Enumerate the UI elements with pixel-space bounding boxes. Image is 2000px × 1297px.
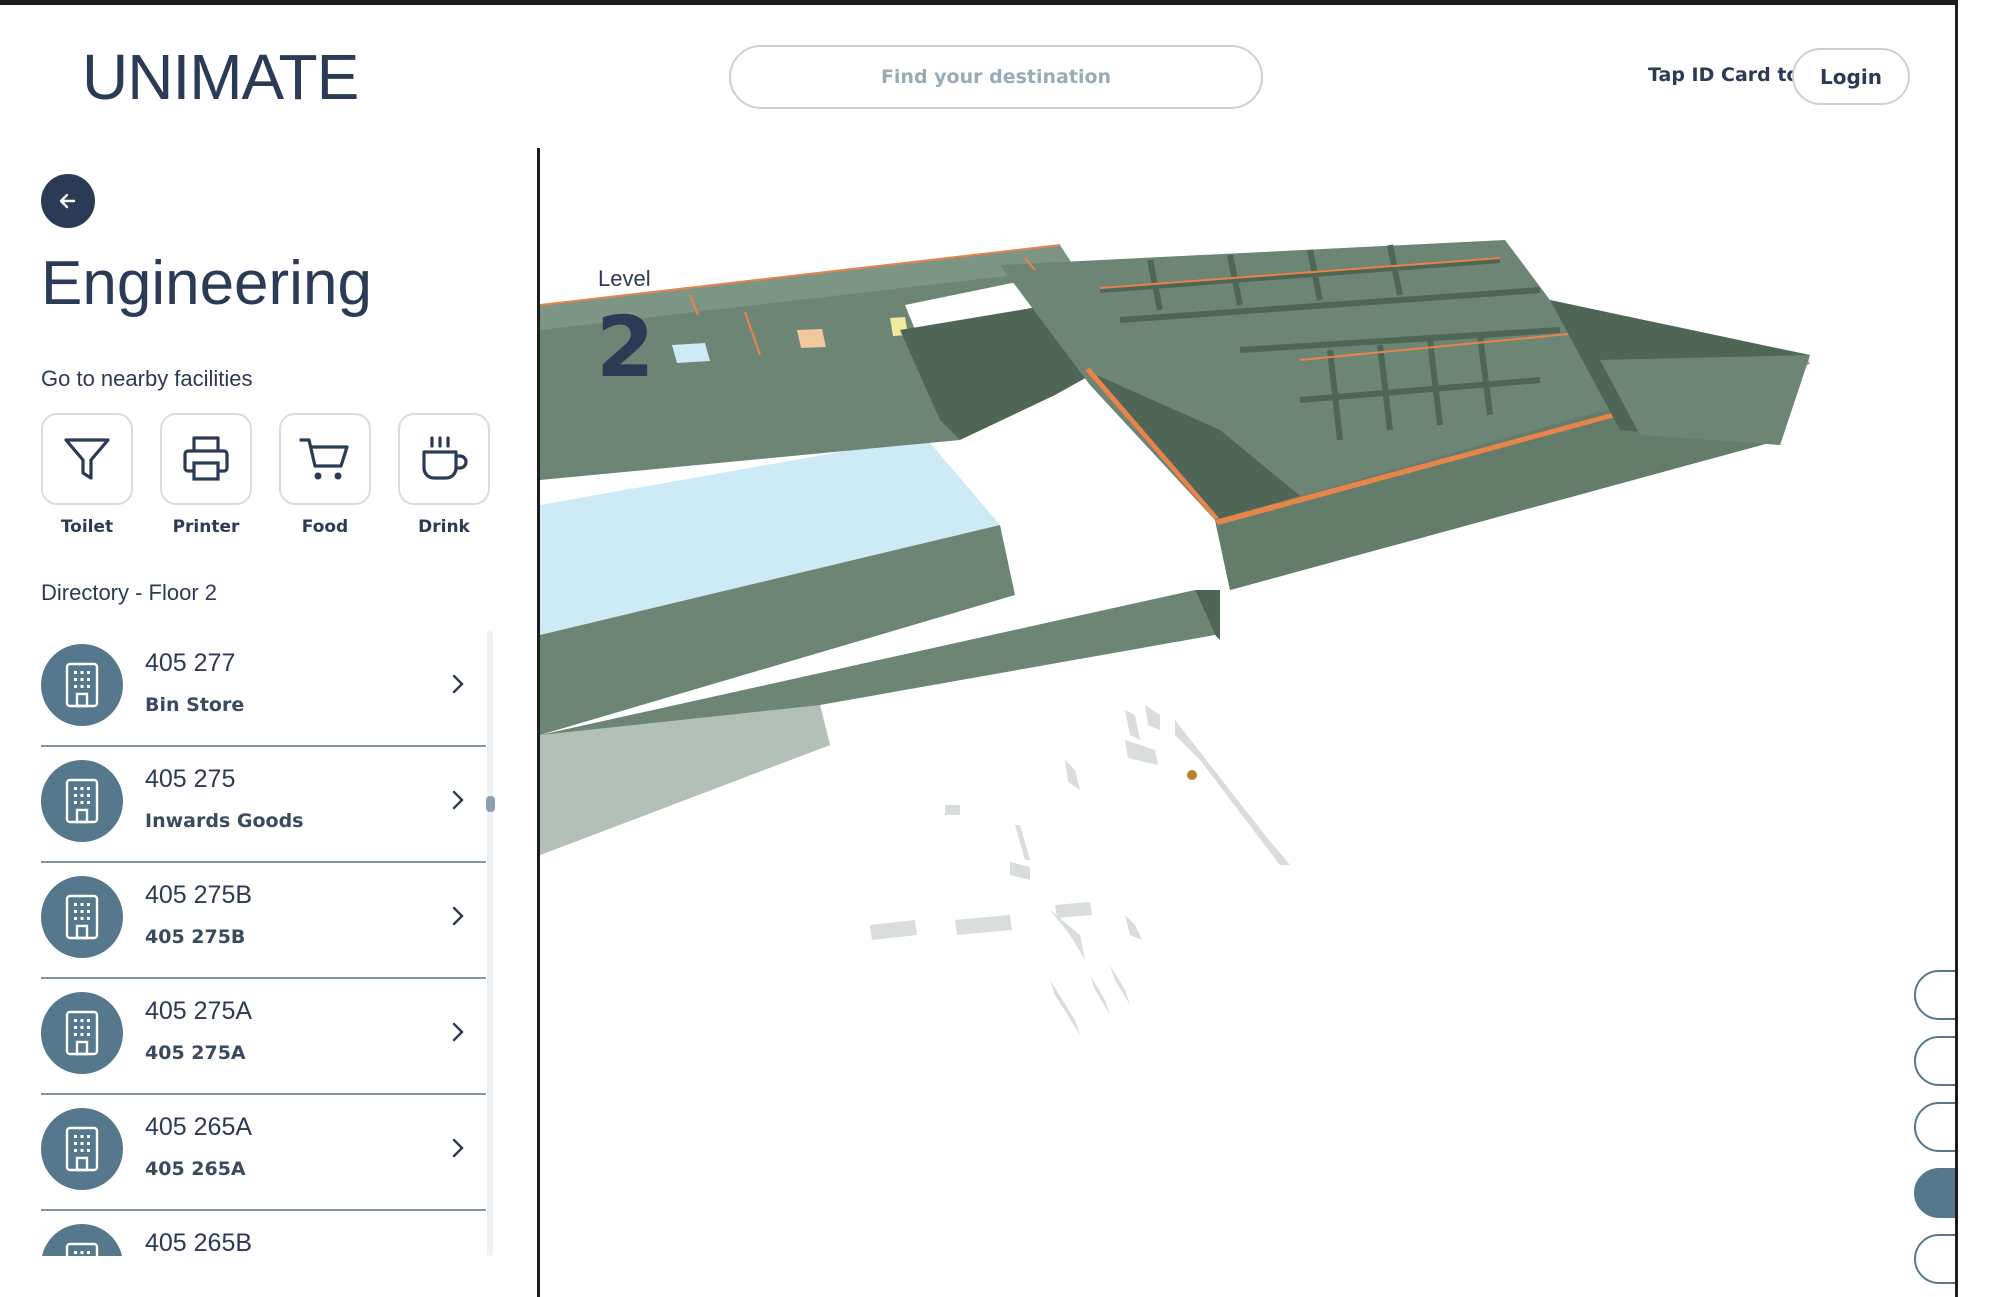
arrow-left-icon: [59, 193, 76, 209]
directory-list[interactable]: 405 277 Bin Store 405 275 Inwards Goods …: [41, 631, 486, 1256]
facility-printer-tile[interactable]: [160, 413, 252, 505]
building-icon: [65, 1242, 99, 1256]
directory-item[interactable]: 405 277 Bin Store: [41, 631, 486, 747]
room-name: Bin Store: [145, 694, 245, 716]
room-number: 405 265B: [145, 1229, 253, 1256]
building-avatar: [41, 644, 123, 726]
floor-map-3d[interactable]: [540, 150, 1955, 1297]
room-name: 405 275B: [145, 926, 246, 948]
facility-food[interactable]: Food: [279, 413, 375, 537]
cart-icon: [299, 438, 349, 480]
room-number: 405 275: [145, 765, 236, 793]
facility-drink-tile[interactable]: [398, 413, 490, 505]
building-avatar: [41, 1108, 123, 1190]
chevron-right-icon: [452, 674, 464, 694]
chevron-right-icon: [452, 1138, 464, 1158]
room-name: 405 275A: [145, 1042, 246, 1064]
room-number: 405 275B: [145, 881, 253, 909]
search-input[interactable]: [729, 45, 1263, 109]
room-number: 405 277: [145, 649, 236, 677]
chevron-right-icon: [452, 906, 464, 926]
building-icon: [65, 662, 99, 708]
filter-icon: [64, 438, 110, 480]
building-icon: [65, 1010, 99, 1056]
chevron-right-icon: [452, 1022, 464, 1042]
directory-item[interactable]: 405 265B: [41, 1211, 486, 1256]
level-label: Level: [598, 266, 651, 291]
nearby-facilities-heading: Go to nearby facilities: [41, 366, 253, 391]
room-name: Inwards Goods: [145, 810, 304, 832]
facility-food-tile[interactable]: [279, 413, 371, 505]
directory-scrollbar[interactable]: [487, 631, 493, 1256]
directory-item[interactable]: 405 275 Inwards Goods: [41, 747, 486, 863]
room-tile: [672, 343, 710, 363]
building-avatar: [41, 760, 123, 842]
tap-id-label: Tap ID Card to: [1648, 64, 1800, 86]
directory-scroll-thumb[interactable]: [486, 796, 495, 812]
facility-toilet-tile[interactable]: [41, 413, 133, 505]
back-button[interactable]: [41, 174, 95, 228]
room-number: 405 275A: [145, 997, 253, 1025]
coffee-cup-icon: [422, 436, 468, 480]
facility-label: Food: [301, 517, 349, 537]
facility-printer[interactable]: Printer: [160, 413, 256, 537]
building-icon: [65, 1126, 99, 1172]
directory-item[interactable]: 405 265A 405 265A: [41, 1095, 486, 1211]
building-icon: [65, 894, 99, 940]
level-number: 2: [596, 298, 655, 396]
printer-icon: [183, 436, 229, 481]
lower-floor-ghost: [870, 705, 1290, 1035]
you-are-here-marker: [1187, 770, 1197, 780]
building-model: [540, 240, 1810, 1035]
facility-drink[interactable]: Drink: [398, 413, 494, 537]
building-avatar: [41, 992, 123, 1074]
room-name: 405 265A: [145, 1158, 246, 1180]
facility-label: Drink: [418, 517, 470, 537]
building-avatar: [41, 876, 123, 958]
facility-toilet[interactable]: Toilet: [41, 413, 137, 537]
window-right-edge: [1955, 0, 2000, 1297]
chevron-right-icon: [452, 790, 464, 810]
page-title: Engineering: [41, 249, 372, 318]
building-avatar: [41, 1224, 123, 1256]
facility-label: Printer: [172, 517, 240, 537]
directory-item[interactable]: 405 275B 405 275B: [41, 863, 486, 979]
room-tile: [797, 329, 826, 348]
window-top-border: [0, 0, 2000, 5]
app-logo: UNIMATE: [82, 41, 359, 113]
login-button[interactable]: Login: [1792, 48, 1910, 105]
room-number: 405 265A: [145, 1113, 253, 1141]
directory-item[interactable]: 405 275A 405 275A: [41, 979, 486, 1095]
directory-heading: Directory - Floor 2: [41, 580, 218, 605]
facility-label: Toilet: [60, 517, 114, 537]
building-icon: [65, 778, 99, 824]
